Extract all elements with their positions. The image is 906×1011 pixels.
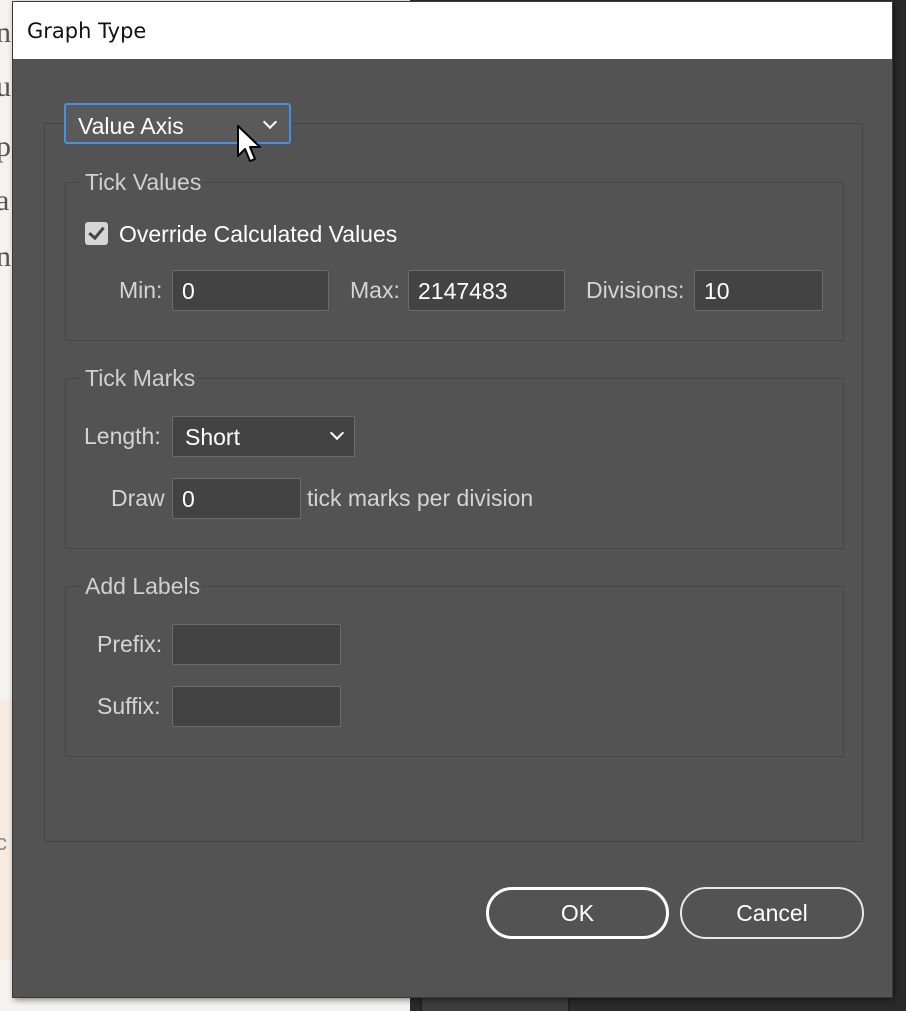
suffix-field[interactable] <box>172 686 341 727</box>
background-text: c <box>0 830 7 855</box>
max-value: 2147483 <box>418 278 508 304</box>
cancel-button[interactable]: Cancel <box>680 887 864 939</box>
axis-type-value: Value Axis <box>78 113 184 139</box>
tick-marks-title: Tick Marks <box>83 365 198 392</box>
length-value: Short <box>185 424 240 450</box>
ok-button[interactable]: OK <box>486 887 669 939</box>
draw-count-field[interactable]: 0 <box>172 478 301 519</box>
min-field[interactable]: 0 <box>172 270 329 311</box>
suffix-label: Suffix: <box>97 693 161 719</box>
background-text: u <box>0 70 11 103</box>
length-label: Length: <box>84 423 161 449</box>
tick-marks-section <box>65 378 844 549</box>
divisions-label: Divisions: <box>586 277 685 303</box>
override-label[interactable]: Override Calculated Values <box>119 221 397 248</box>
dialog-titlebar[interactable]: Graph Type <box>13 2 892 59</box>
length-select[interactable]: Short <box>172 416 355 457</box>
mouse-pointer-icon <box>237 125 261 162</box>
prefix-label: Prefix: <box>97 631 163 657</box>
dialog-title: Graph Type <box>27 19 147 43</box>
background-text: n <box>0 16 11 49</box>
max-label: Max: <box>350 277 400 303</box>
min-label: Min: <box>119 277 163 303</box>
graph-type-dialog: Graph Type Value Axis Tick Values Overri… <box>12 1 893 998</box>
checkmark-icon <box>88 222 105 241</box>
chevron-down-icon <box>329 425 345 441</box>
background-text: p <box>0 130 11 163</box>
add-labels-section <box>65 586 844 757</box>
min-value: 0 <box>182 278 195 304</box>
add-labels-title: Add Labels <box>83 573 203 600</box>
draw-count-value: 0 <box>182 486 195 512</box>
divisions-field[interactable]: 10 <box>694 270 823 311</box>
draw-suffix-label: tick marks per division <box>307 485 534 511</box>
draw-label: Draw <box>111 485 165 511</box>
max-field[interactable]: 2147483 <box>408 270 565 311</box>
prefix-field[interactable] <box>172 624 341 665</box>
tick-values-section <box>65 182 844 341</box>
background-text: a <box>0 184 10 217</box>
override-checkbox[interactable] <box>85 222 108 245</box>
divisions-value: 10 <box>704 278 730 304</box>
background-text: n <box>0 240 11 273</box>
tick-values-title: Tick Values <box>83 169 204 196</box>
